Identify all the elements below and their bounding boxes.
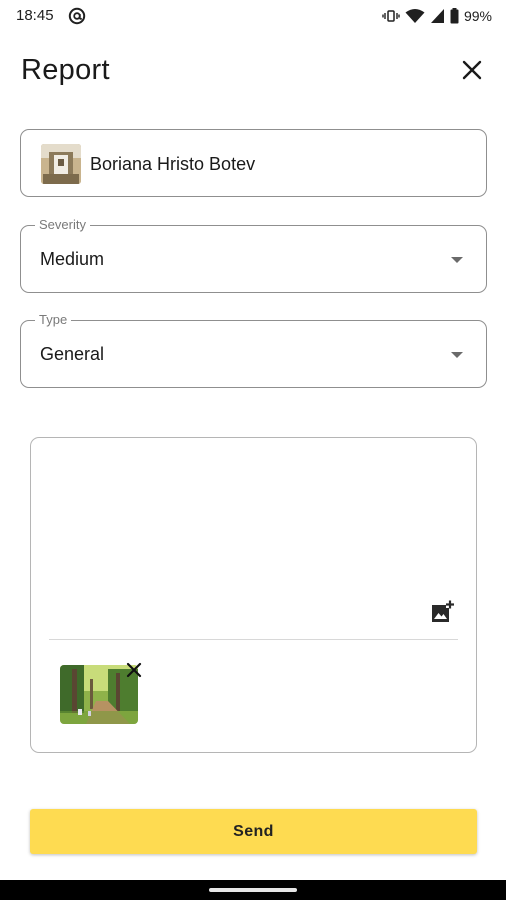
severity-label: Severity (35, 217, 90, 233)
add-photo-icon (432, 600, 454, 622)
signal-icon (430, 9, 444, 23)
close-icon (126, 662, 142, 678)
description-input[interactable] (43, 450, 423, 600)
severity-select[interactable]: Severity Medium (20, 217, 487, 293)
home-indicator[interactable] (209, 888, 297, 892)
remove-attachment-button[interactable] (125, 661, 143, 679)
vibrate-icon (382, 10, 400, 22)
status-bar: 18:45 99% (0, 0, 506, 32)
user-name: Boriana Hristo Botev (90, 154, 256, 174)
dropdown-arrow-icon (451, 352, 463, 358)
status-icons: 99% (382, 6, 492, 26)
at-sign-icon (68, 7, 86, 25)
battery-percent: 99% (463, 8, 492, 24)
description-card (30, 437, 477, 753)
severity-value: Medium (40, 249, 105, 269)
battery-icon (450, 8, 459, 24)
send-button[interactable]: Send (30, 809, 477, 854)
avatar (41, 144, 81, 184)
type-select[interactable]: Type General (20, 312, 487, 388)
divider (49, 639, 458, 640)
user-field[interactable]: Boriana Hristo Botev (20, 129, 487, 197)
page-title: Report (21, 54, 110, 86)
close-icon (462, 60, 482, 80)
type-value: General (40, 344, 105, 364)
navigation-bar (0, 880, 506, 900)
status-time: 18:45 (16, 7, 54, 24)
type-label: Type (35, 312, 72, 328)
close-button[interactable] (458, 56, 486, 84)
add-image-button[interactable] (429, 598, 457, 626)
dropdown-arrow-icon (451, 257, 463, 263)
wifi-icon (405, 9, 425, 23)
